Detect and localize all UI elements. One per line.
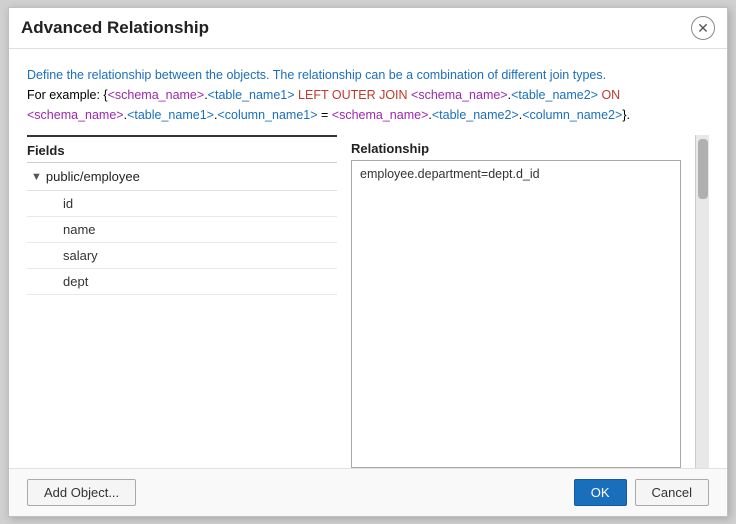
dialog-footer: Add Object... OK Cancel — [9, 468, 727, 516]
scrollbar-thumb — [698, 139, 708, 199]
cancel-button[interactable]: Cancel — [635, 479, 709, 506]
tree-parent-item[interactable]: ▼ public/employee — [27, 163, 337, 191]
fields-panel: Fields ▼ public/employee id name salary … — [27, 135, 337, 468]
description-area: Define the relationship between the obje… — [9, 49, 727, 135]
table-name-4: <table_name2> — [432, 108, 519, 122]
ok-button[interactable]: OK — [574, 479, 627, 506]
close-button[interactable]: ✕ — [691, 16, 715, 40]
relationship-input[interactable] — [351, 160, 681, 468]
action-buttons: OK Cancel — [574, 479, 709, 506]
advanced-relationship-dialog: Advanced Relationship ✕ Define the relat… — [8, 7, 728, 517]
col-name-2: <column_name2> — [522, 108, 622, 122]
dialog-title: Advanced Relationship — [21, 18, 209, 38]
tree-child-id[interactable]: id — [27, 191, 337, 217]
on-keyword: ON — [598, 88, 620, 102]
dialog-body: Define the relationship between the obje… — [9, 49, 727, 468]
relationship-panel: Relationship — [351, 135, 681, 468]
dialog-header: Advanced Relationship ✕ — [9, 8, 727, 49]
tree-child-name[interactable]: name — [27, 217, 337, 243]
description-example: For example: {<schema_name>.<table_name1… — [27, 88, 630, 122]
fields-header: Fields — [27, 137, 337, 163]
table-name-1: <table_name1> — [208, 88, 295, 102]
join-keyword: LEFT OUTER JOIN — [295, 88, 411, 102]
tree-arrow-icon: ▼ — [31, 171, 42, 183]
table-name-3: <table_name1> — [127, 108, 214, 122]
description-line1: Define the relationship between the obje… — [27, 68, 606, 82]
add-object-button[interactable]: Add Object... — [27, 479, 136, 506]
tree-child-dept[interactable]: dept — [27, 269, 337, 295]
schema-name-3: <schema_name> — [27, 108, 124, 122]
relationship-header: Relationship — [351, 135, 681, 160]
scrollbar-track[interactable] — [695, 135, 709, 468]
schema-name-4: <schema_name> — [332, 108, 429, 122]
panels-container: Fields ▼ public/employee id name salary … — [9, 135, 727, 468]
schema-name-1: <schema_name> — [108, 88, 205, 102]
fields-list: ▼ public/employee id name salary dept — [27, 163, 337, 468]
schema-name-2: <schema_name> — [411, 88, 508, 102]
tree-child-salary[interactable]: salary — [27, 243, 337, 269]
col-name-1: <column_name1> — [217, 108, 317, 122]
tree-parent-label: public/employee — [46, 169, 140, 184]
table-name-2: <table_name2> — [511, 88, 598, 102]
